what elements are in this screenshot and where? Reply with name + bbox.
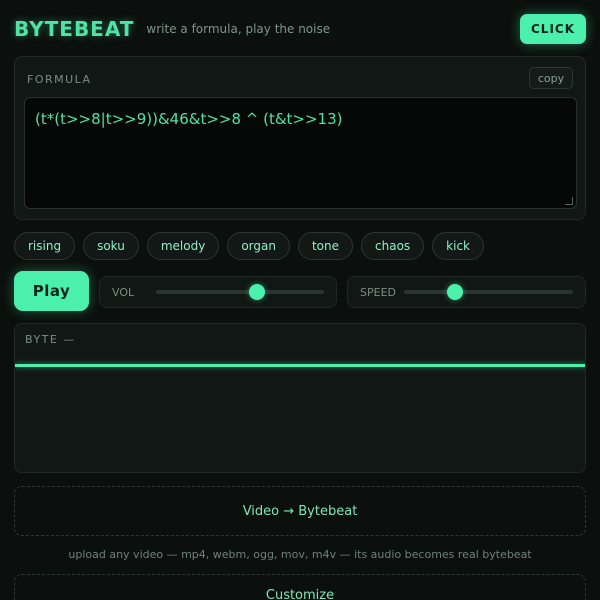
preset-chip-melody[interactable]: melody	[146, 232, 220, 260]
waveform-line	[15, 364, 585, 367]
speed-control: SPEED	[347, 276, 586, 308]
speed-label: SPEED	[360, 285, 396, 299]
upload-hint: upload any video — mp4, webm, ogg, mov, …	[68, 548, 532, 561]
volume-control: VOL	[99, 276, 337, 308]
play-button[interactable]: Play	[14, 271, 89, 311]
app-title: BYTEBEAT	[14, 17, 135, 41]
copy-button[interactable]: copy	[529, 67, 573, 89]
preset-chip-rising[interactable]: rising	[14, 232, 76, 260]
preset-chip-chaos[interactable]: chaos	[361, 232, 425, 260]
formula-input[interactable]: (t*(t>>8|t>>9))&46&t>>8 ^ (t&t>>13)	[24, 97, 577, 209]
click-button[interactable]: CLICK	[520, 14, 586, 44]
waveform-scope: BYTE —	[14, 323, 586, 473]
customize-button[interactable]: Customize	[14, 574, 586, 600]
video-to-bytebeat-button[interactable]: Video → Bytebeat	[14, 486, 586, 536]
volume-label: VOL	[112, 285, 135, 299]
preset-chip-tone[interactable]: tone	[297, 232, 354, 260]
preset-chip-kick[interactable]: kick	[432, 232, 485, 260]
preset-chip-organ[interactable]: organ	[227, 232, 290, 260]
formula-panel: FORMULA copy (t*(t>>8|t>>9))&46&t>>8 ^ (…	[14, 56, 586, 220]
app-tagline: write a formula, play the noise	[146, 22, 331, 36]
formula-label: FORMULA	[27, 73, 92, 86]
scope-label: BYTE —	[25, 333, 76, 346]
speed-slider-track[interactable]	[404, 284, 573, 300]
preset-list: rising soku melody organ tone chaos kick	[14, 232, 586, 260]
preset-chip-soku[interactable]: soku	[83, 232, 139, 260]
speed-slider-thumb[interactable]	[446, 284, 463, 300]
volume-slider-thumb[interactable]	[248, 284, 265, 300]
app-header: BYTEBEAT write a formula, play the noise…	[14, 14, 586, 44]
formula-text: (t*(t>>8|t>>9))&46&t>>8 ^ (t&t>>13)	[35, 110, 343, 128]
volume-slider-track[interactable]	[156, 284, 324, 300]
resize-handle-icon[interactable]	[565, 197, 573, 205]
